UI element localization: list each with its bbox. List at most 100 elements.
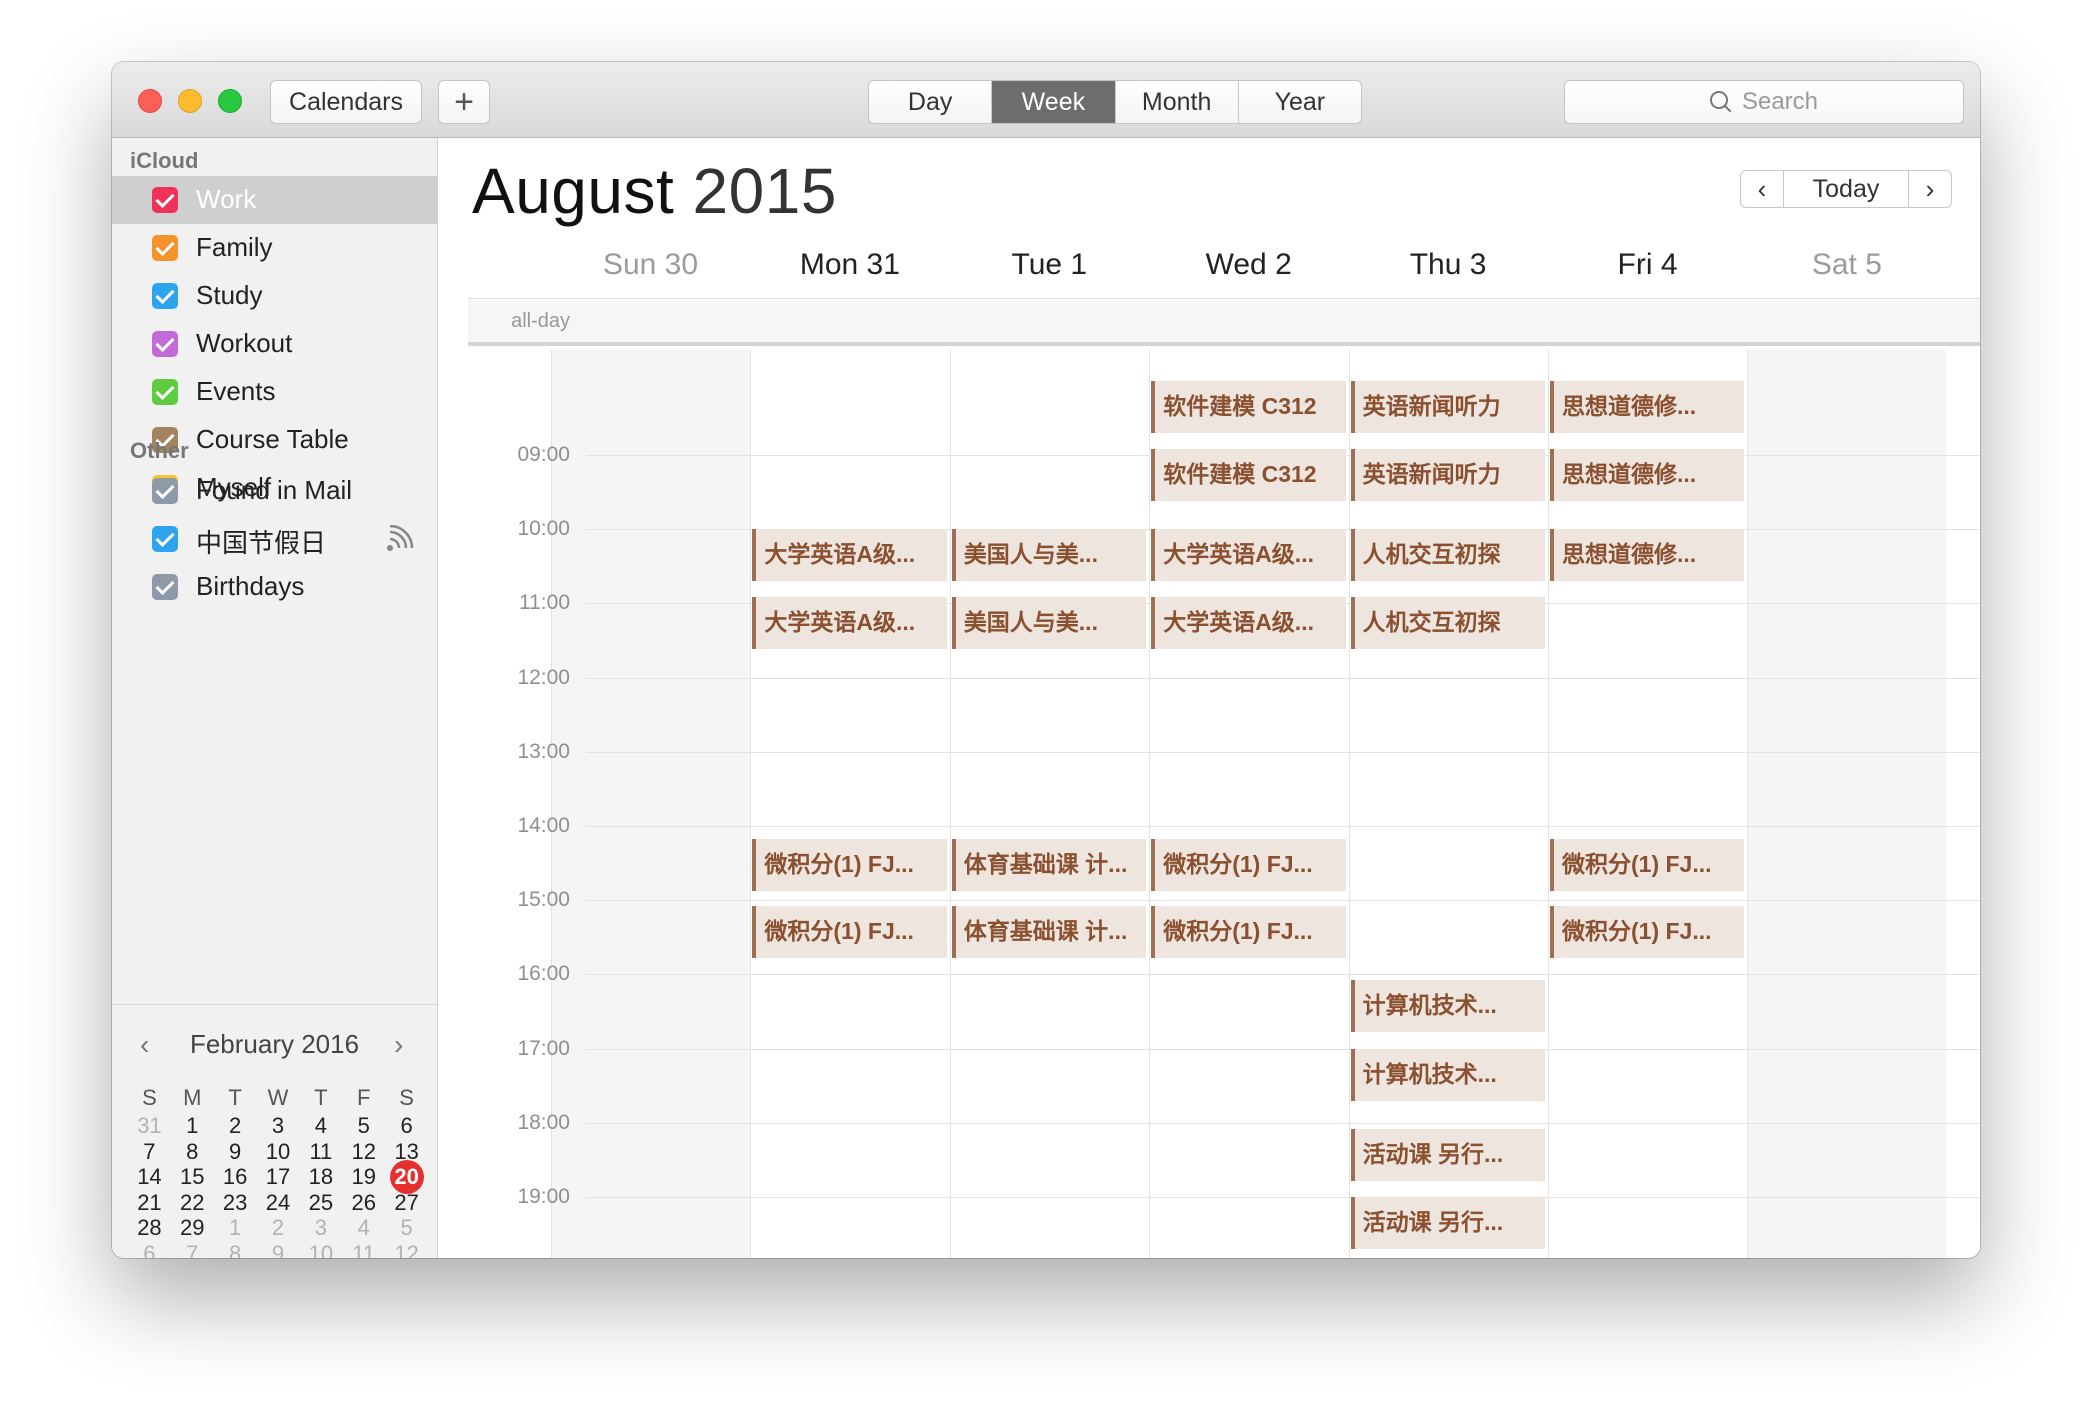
hour-label: 13:00 bbox=[517, 739, 570, 763]
calendar-event[interactable]: 活动课 另行... bbox=[1350, 1128, 1545, 1181]
header-divider bbox=[468, 298, 1980, 299]
view-tab-day[interactable]: Day bbox=[869, 81, 993, 123]
calendar-event[interactable]: 思想道德修... bbox=[1550, 449, 1745, 502]
calendar-event[interactable]: 大学英语A级... bbox=[752, 529, 947, 582]
sidebar: iCloud Work Family Study Workout Events Cours… bbox=[112, 138, 438, 1258]
calendar-window: Calendars + Day Week Month Year Search iClo… bbox=[112, 62, 1980, 1258]
search-field[interactable]: Search bbox=[1564, 80, 1964, 124]
add-event-button[interactable]: + bbox=[438, 80, 490, 124]
year-label: 2015 bbox=[692, 155, 837, 227]
calendars-button[interactable]: Calendars bbox=[270, 80, 422, 124]
calendar-checkbox[interactable] bbox=[152, 526, 178, 552]
all-day-label: all-day bbox=[511, 310, 570, 332]
hour-label: 18:00 bbox=[517, 1110, 570, 1134]
calendar-checkbox[interactable] bbox=[152, 283, 178, 309]
calendar-label: Course Table bbox=[196, 424, 349, 454]
subscribed-feed-icon bbox=[384, 524, 416, 553]
time-grid[interactable]: 09:00 10:00 11:00 12:00 13:00 14:00 15:00 16:00… bbox=[438, 350, 1980, 1258]
day-column[interactable] bbox=[1747, 350, 1947, 1258]
search-icon bbox=[1709, 91, 1732, 113]
calendar-event[interactable]: 计算机技术... bbox=[1350, 1048, 1545, 1101]
day-column[interactable] bbox=[551, 350, 750, 1258]
calendar-checkbox[interactable] bbox=[152, 331, 178, 357]
calendar-checkbox[interactable] bbox=[152, 379, 178, 405]
calendar-event[interactable]: 微积分(1) FJ... bbox=[1151, 838, 1346, 891]
calendar-item[interactable]: Workout bbox=[112, 320, 437, 368]
calendar-event[interactable]: 人机交互初探 bbox=[1350, 529, 1545, 582]
calendar-event[interactable]: 体育基础课 计... bbox=[951, 838, 1147, 891]
day-column[interactable] bbox=[750, 350, 949, 1258]
close-window-button[interactable] bbox=[138, 89, 162, 113]
calendar-event[interactable]: 英语新闻听力 bbox=[1350, 380, 1545, 433]
mini-day[interactable]: 9 bbox=[257, 1237, 300, 1259]
calendar-event[interactable]: 大学英语A级... bbox=[1151, 597, 1346, 650]
calendar-checkbox[interactable] bbox=[152, 574, 178, 600]
calendar-event[interactable]: 思想道德修... bbox=[1550, 529, 1745, 582]
calendar-item[interactable]: Family bbox=[112, 224, 437, 272]
calendar-event[interactable]: 大学英语A级... bbox=[752, 597, 947, 650]
calendar-event[interactable]: 微积分(1) FJ... bbox=[1151, 906, 1346, 959]
hour-gridline bbox=[586, 974, 1980, 976]
calendar-event[interactable]: 思想道德修... bbox=[1550, 380, 1745, 433]
view-tab-year[interactable]: Year bbox=[1239, 81, 1361, 123]
mini-day[interactable]: 8 bbox=[214, 1237, 257, 1259]
calendar-label: 中国节假日 bbox=[196, 528, 327, 558]
calendar-event[interactable]: 美国人与美... bbox=[951, 597, 1147, 650]
toolbar: Calendars + Day Week Month Year Search bbox=[112, 62, 1980, 138]
hour-label: 17:00 bbox=[517, 1036, 570, 1060]
calendar-event[interactable]: 美国人与美... bbox=[951, 529, 1147, 582]
mini-day[interactable]: 11 bbox=[342, 1237, 385, 1259]
mini-day[interactable]: 6 bbox=[128, 1237, 171, 1259]
calendar-event[interactable]: 微积分(1) FJ... bbox=[1550, 838, 1745, 891]
day-header[interactable]: Tue 1 bbox=[950, 248, 1149, 282]
calendar-event[interactable]: 大学英语A级... bbox=[1151, 529, 1346, 582]
calendar-item[interactable]: Study bbox=[112, 272, 437, 320]
calendar-item[interactable]: Found in Mail bbox=[112, 467, 437, 515]
calendar-event[interactable]: 软件建模 C312 bbox=[1151, 449, 1346, 502]
calendar-event[interactable]: 微积分(1) FJ... bbox=[1550, 906, 1745, 959]
calendar-event[interactable]: 英语新闻听力 bbox=[1350, 449, 1545, 502]
mini-calendar-week: 6 7 8 9 10 11 12 bbox=[128, 1237, 428, 1259]
hour-gridline bbox=[586, 751, 1980, 753]
day-header[interactable]: Wed 2 bbox=[1149, 248, 1348, 282]
calendar-checkbox[interactable] bbox=[152, 478, 178, 504]
calendar-event[interactable]: 软件建模 C312 bbox=[1151, 380, 1346, 433]
mini-calendar-next-button[interactable]: › bbox=[394, 1029, 403, 1061]
calendar-checkbox[interactable] bbox=[152, 187, 178, 213]
mini-day[interactable]: 10 bbox=[299, 1237, 342, 1259]
zoom-window-button[interactable] bbox=[218, 89, 242, 113]
calendar-event[interactable]: 活动课 另行... bbox=[1350, 1197, 1545, 1249]
day-header[interactable]: Thu 3 bbox=[1349, 248, 1548, 282]
hour-gridline bbox=[586, 826, 1980, 827]
today-button[interactable]: Today bbox=[1783, 170, 1909, 208]
calendar-item[interactable]: Work bbox=[112, 176, 437, 224]
calendar-event[interactable]: 微积分(1) FJ... bbox=[752, 906, 947, 959]
minimize-window-button[interactable] bbox=[178, 89, 202, 113]
hour-label: 19:00 bbox=[517, 1185, 570, 1208]
mini-day[interactable]: 7 bbox=[171, 1237, 214, 1259]
next-week-button[interactable]: › bbox=[1908, 170, 1952, 208]
calendar-event[interactable]: 计算机技术... bbox=[1350, 980, 1545, 1033]
day-header[interactable]: Sat 5 bbox=[1747, 248, 1946, 282]
mini-day[interactable]: 12 bbox=[385, 1237, 428, 1259]
calendar-label: Found in Mail bbox=[196, 475, 353, 505]
calendar-event[interactable]: 体育基础课 计... bbox=[951, 906, 1147, 959]
search-placeholder: Search bbox=[1741, 88, 1819, 115]
view-tab-month[interactable]: Month bbox=[1116, 81, 1239, 123]
calendar-item[interactable]: Events bbox=[112, 368, 437, 416]
calendar-item[interactable]: 中国节假日 bbox=[112, 515, 437, 563]
calendar-event[interactable]: 微积分(1) FJ... bbox=[752, 838, 947, 891]
calendar-event[interactable]: 人机交互初探 bbox=[1350, 597, 1545, 650]
calendar-checkbox[interactable] bbox=[152, 235, 178, 261]
hour-gridline bbox=[586, 900, 1980, 902]
view-tab-week[interactable]: Week bbox=[992, 81, 1116, 123]
day-header[interactable]: Sun 30 bbox=[551, 248, 750, 282]
calendar-label: Study bbox=[196, 280, 263, 310]
calendar-item[interactable]: Birthdays bbox=[112, 563, 437, 611]
day-header[interactable]: Fri 4 bbox=[1548, 248, 1747, 282]
day-column[interactable] bbox=[949, 350, 1149, 1258]
all-day-row[interactable] bbox=[468, 300, 1980, 346]
hour-gridline bbox=[586, 1197, 1980, 1198]
previous-week-button[interactable]: ‹ bbox=[1740, 170, 1784, 208]
day-header[interactable]: Mon 31 bbox=[750, 248, 949, 282]
